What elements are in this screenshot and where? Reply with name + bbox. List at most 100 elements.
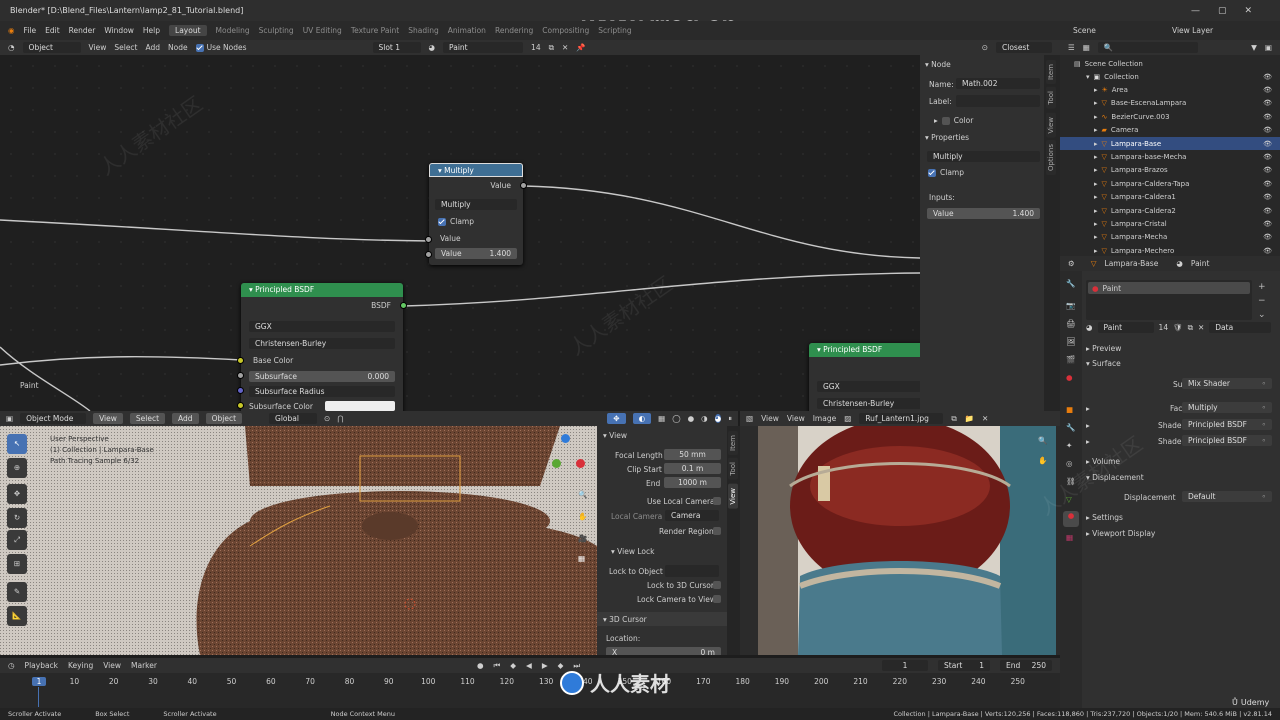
visibility-eye-icon[interactable]: 👁 [1263,193,1272,201]
tab-tool[interactable]: Tool [1046,87,1056,109]
snap-icon[interactable]: ⊙ [982,43,988,52]
timeline-menu-playback[interactable]: Playback [25,661,58,670]
view-layer-tab-icon[interactable]: 🖼 [1066,337,1076,346]
play-reverse-icon[interactable]: ◀ [526,661,532,670]
expand-arrow-icon[interactable]: ▸ [1094,247,1098,255]
material-users[interactable]: 14 [531,43,541,52]
orientation-dropdown[interactable]: Global [269,413,318,424]
visibility-eye-icon[interactable]: 👁 [1263,166,1272,174]
node-section-header[interactable]: ▾ Node [925,60,951,69]
bsdf-subsurface-radius-dropdown[interactable]: Subsurface Radius [249,386,395,397]
render-tab-icon[interactable]: 📷 [1066,301,1075,310]
outliner-row[interactable]: ▸ ▽ Lampara-Base 👁 [1060,137,1280,150]
scene-collection-row[interactable]: ▤ Scene Collection [1060,57,1280,70]
viewport-menu-view[interactable]: View [93,413,123,424]
material-slot-list[interactable]: ● Paint [1086,280,1252,320]
material-tab-icon[interactable]: ● [1063,511,1079,527]
transform-tool-icon[interactable]: ⊞ [7,554,27,574]
start-frame-field[interactable]: Start 1 [938,660,990,671]
tab-compositing[interactable]: Compositing [542,26,589,35]
multiply-clamp-checkbox[interactable] [438,217,446,226]
multiply-node-header[interactable]: ▾ Multiply [429,163,523,177]
fac-field[interactable]: Multiply ◦ [1182,402,1272,413]
image-menu-image[interactable]: Image [813,414,837,423]
physics-tab-icon[interactable]: ◎ [1066,459,1073,468]
image-name-field[interactable]: Ruf_Lantern1.jpg [859,413,944,424]
tab-options[interactable]: Options [1046,140,1056,176]
outliner-row[interactable]: ▸ ▽ Lampara-Caldera2 👁 [1060,204,1280,217]
properties-section-header[interactable]: ▾ Properties [925,133,969,142]
lock-to-object-field[interactable] [665,565,719,577]
multiply-input1-socket[interactable] [425,236,432,243]
bsdf2-node-header[interactable]: ▾ Principled BSDF [809,343,920,357]
outliner-row[interactable]: ▸ ▽ Lampara-Caldera1 👁 [1060,191,1280,204]
shader1-field[interactable]: Principled BSDF ◦ [1182,419,1272,430]
texture-tab-icon[interactable]: ▦ [1066,533,1073,542]
expand-arrow-icon[interactable]: ▸ [1094,193,1098,201]
visibility-eye-icon[interactable]: 👁 [1263,180,1272,188]
node-label-field[interactable] [956,95,1040,107]
bsdf2-distribution-dropdown[interactable]: GGX [817,381,920,392]
image-pan-icon[interactable]: ✋ [1038,456,1047,465]
expand-arrow-icon[interactable]: ▸ [1094,126,1098,134]
surface-shader-field[interactable]: Mix Shader ◦ [1182,378,1272,389]
menu-render[interactable]: Render [69,26,96,35]
image-browse-icon[interactable]: ▨ [844,414,851,423]
3d-cursor-header[interactable]: ▾ 3D Cursor [597,612,727,626]
bsdf-output-socket[interactable] [400,302,407,309]
output-tab-icon[interactable]: 🖨 [1066,319,1076,328]
menu-help[interactable]: Help [143,26,160,35]
scene-tab-icon[interactable]: 🎬 [1066,355,1075,364]
image-menu-view2[interactable]: View [787,414,805,423]
tab-shading[interactable]: Shading [408,26,438,35]
image-zoom-icon[interactable]: 🔍 [1038,436,1047,445]
current-frame-field[interactable]: 1 [882,660,928,671]
color-checkbox[interactable] [941,116,950,125]
bsdf-subsurface-field[interactable]: Subsurface 0.000 [249,371,395,382]
overlay-toggle-icon[interactable]: ◐ [632,413,652,424]
clip-end-field[interactable]: 1000 m [664,477,721,488]
visibility-eye-icon[interactable]: 👁 [1263,207,1272,215]
outliner-row[interactable]: ▸ ▽ Lampara-Caldera-Tapa 👁 [1060,177,1280,190]
visibility-eye-icon[interactable]: 👁 [1263,247,1272,255]
displacement-field[interactable]: Default ◦ [1182,491,1272,502]
view-lock-header[interactable]: ▾ View Lock [611,547,654,556]
expand-arrow-icon[interactable]: ▸ [1094,140,1098,148]
tab-modeling[interactable]: Modeling [216,26,250,35]
displacement-panel-header[interactable]: ▾ Displacement [1086,473,1144,482]
principled-bsdf-node[interactable]: ▾ Principled BSDF BSDF GGX Christensen-B… [237,283,407,411]
expand-arrow-icon[interactable]: ▸ [1094,220,1098,228]
node-op-dropdown[interactable]: Multiply [927,151,1040,162]
material-link-dropdown[interactable]: Data [1209,322,1272,333]
bsdf2-sss-dropdown[interactable]: Christensen-Burley [817,398,920,409]
material-browse-icon[interactable]: ◕ [1086,323,1093,332]
lock-3d-cursor-checkbox[interactable] [713,581,721,589]
principled-bsdf-node-2[interactable]: ▾ Principled BSDF GGX Christensen-Burley [809,343,920,411]
tool-tab-icon[interactable]: 🔧 [1066,279,1075,288]
multiply-output-socket[interactable] [520,182,527,189]
volume-panel-header[interactable]: ▸ Volume [1086,457,1120,466]
outliner-row[interactable]: ▸ ▽ Lampara-base-Mecha 👁 [1060,150,1280,163]
image-editor-canvas[interactable]: 🔍 ✋ [740,426,1060,655]
move-tool-icon[interactable]: ✥ [7,484,27,504]
settings-panel-header[interactable]: ▸ Settings [1086,513,1123,522]
tab-item[interactable]: Item [1046,60,1056,84]
expand-arrow-icon[interactable]: ▸ [1094,233,1098,241]
view-section-header[interactable]: ▾ View [603,431,627,440]
viewport-editor-type-icon[interactable]: ▣ [6,414,13,423]
material-unlink-icon[interactable]: ✕ [1198,323,1204,332]
image-duplicate-icon[interactable]: ⧉ [951,414,956,424]
render-region-checkbox[interactable] [713,527,721,535]
image-open-icon[interactable]: 📁 [965,414,974,423]
visibility-eye-icon[interactable]: 👁 [1263,99,1272,107]
node-editor-canvas[interactable]: ▾ Multiply Value Multiply Clamp Value Va… [0,55,920,411]
timeline-type-icon[interactable]: ◷ [8,661,15,670]
expand-arrow-icon[interactable]: ▸ [1094,207,1098,215]
vp-tab-view[interactable]: View [728,484,738,509]
ortho-toggle-icon[interactable]: ▦ [578,554,585,563]
slot-specials-icon[interactable]: ⌄ [1258,308,1266,322]
modifier-tab-icon[interactable]: 🔧 [1066,423,1075,432]
menu-edit[interactable]: Edit [45,26,60,35]
jump-start-icon[interactable]: ⏮ [494,661,501,671]
visibility-eye-icon[interactable]: 👁 [1263,220,1272,228]
